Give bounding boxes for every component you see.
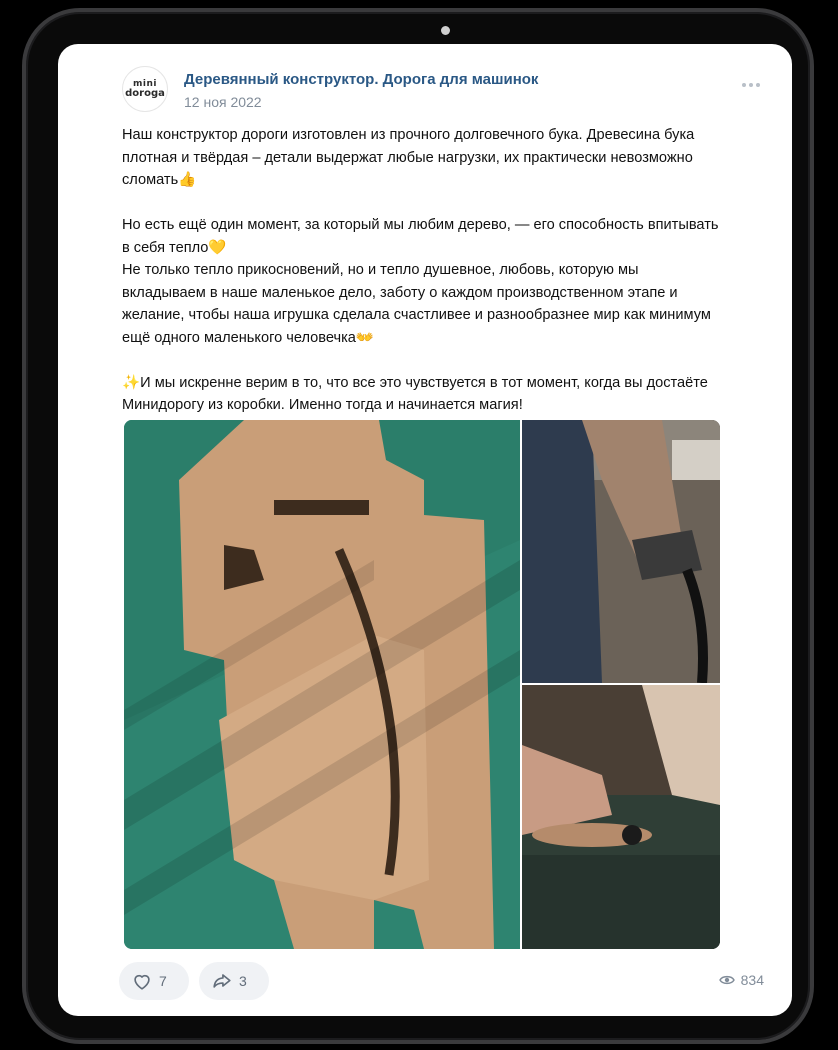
- views-count: 834: [740, 972, 764, 988]
- photo-hand-cutting[interactable]: [522, 685, 720, 949]
- share-icon: [213, 974, 231, 988]
- post-date[interactable]: 12 ноя 2022: [184, 94, 262, 110]
- post-header: mini doroga Деревянный конструктор. Доро…: [122, 66, 768, 116]
- more-icon[interactable]: [740, 80, 762, 90]
- views-counter: 834: [718, 972, 764, 988]
- post-card: mini doroga Деревянный конструктор. Доро…: [58, 44, 792, 1016]
- post-paragraph: Наш конструктор дороги изготовлен из про…: [122, 127, 695, 188]
- avatar-text-bottom: doroga: [125, 87, 165, 99]
- author-link[interactable]: Деревянный конструктор. Дорога для машин…: [184, 71, 538, 88]
- photo-wooden-road[interactable]: [124, 420, 520, 949]
- share-button[interactable]: 3: [199, 962, 269, 1000]
- avatar[interactable]: mini doroga: [122, 66, 168, 112]
- like-button[interactable]: 7: [119, 962, 189, 1000]
- post-paragraph: Не только тепло прикосновений, но и тепл…: [122, 262, 711, 346]
- heart-icon: [134, 974, 150, 990]
- post-actions: 7 3 834: [119, 962, 768, 1002]
- like-count: 7: [159, 973, 167, 989]
- camera-dot: [441, 26, 450, 35]
- eye-icon: [718, 975, 735, 985]
- share-count: 3: [239, 973, 247, 989]
- post-text: Наш конструктор дороги изготовлен из про…: [122, 124, 726, 417]
- post-paragraph: Но есть ещё один момент, за который мы л…: [122, 217, 719, 256]
- photo-worker-sanding[interactable]: [522, 420, 720, 683]
- photo-gallery: [124, 420, 720, 949]
- post-paragraph: ✨И мы искренне верим в то, что все это ч…: [122, 374, 708, 414]
